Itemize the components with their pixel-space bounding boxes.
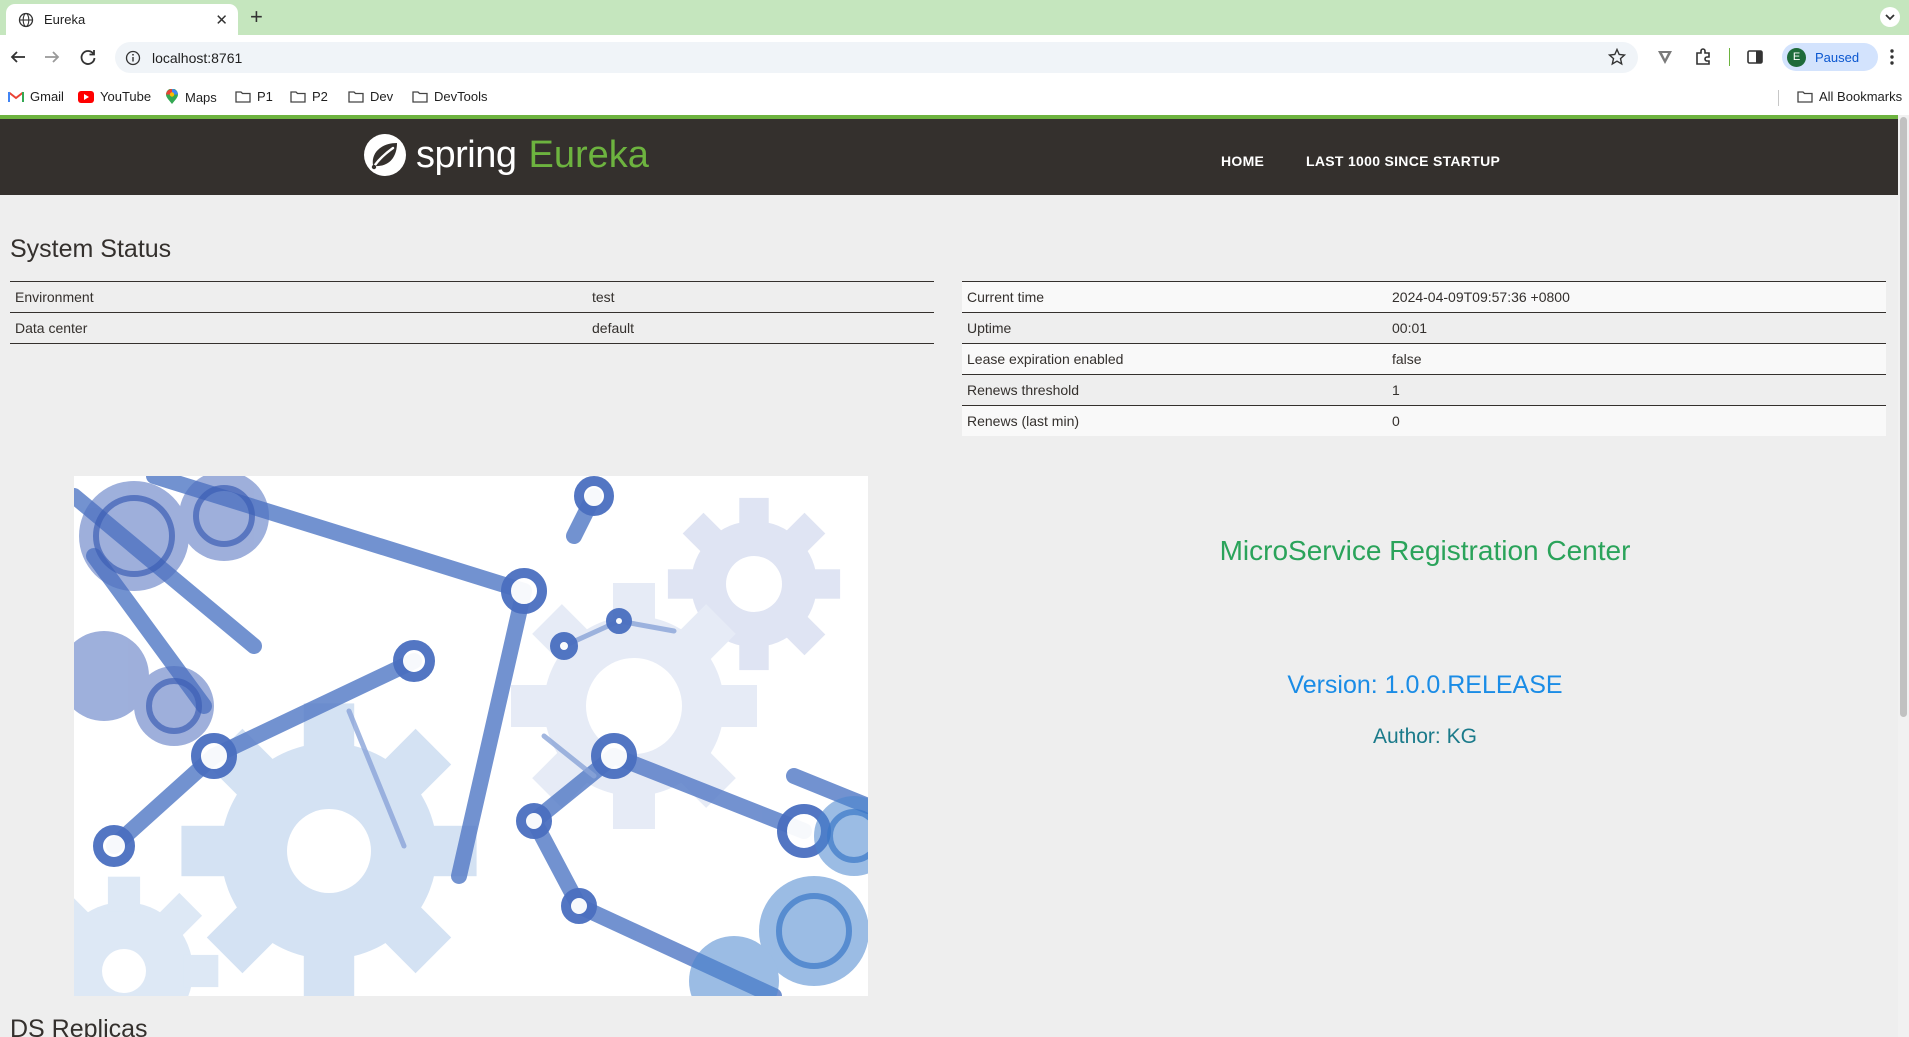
table-row: Environment test (10, 281, 934, 313)
bookmark-label: Maps (185, 89, 217, 105)
bookmark-label: YouTube (100, 89, 152, 104)
status-key: Renews threshold (962, 374, 1387, 406)
table-row: Data center default (10, 312, 934, 344)
side-panel-icon[interactable] (1745, 47, 1765, 67)
avatar: E (1787, 47, 1806, 67)
extensions-puzzle-icon[interactable] (1693, 47, 1713, 67)
bookmark-folder-dev[interactable]: Dev (348, 89, 393, 104)
bookmark-folder-p1[interactable]: P1 (235, 89, 273, 104)
site-info-icon[interactable] (125, 50, 141, 66)
page-viewport: spring Eureka HOME LAST 1000 SINCE START… (0, 115, 1898, 1037)
folder-icon (290, 91, 306, 103)
bookmark-label: DevTools (434, 89, 488, 104)
status-value: false (1387, 343, 1886, 375)
all-bookmarks-label: All Bookmarks (1819, 89, 1903, 104)
youtube-icon (78, 90, 94, 103)
close-tab-icon[interactable]: ✕ (215, 11, 228, 29)
address-bar[interactable]: localhost:8761 (115, 42, 1638, 73)
maps-icon (166, 89, 178, 104)
globe-icon (18, 12, 34, 27)
system-status-right-table: Current time 2024-04-09T09:57:36 +0800 U… (962, 281, 1886, 436)
table-row: Uptime 00:01 (962, 312, 1886, 344)
spring-wordmark: spring (416, 133, 517, 176)
app-version: Version: 1.0.0.RELEASE (1287, 671, 1563, 699)
folder-icon (412, 91, 428, 103)
nav-home-link[interactable]: HOME (1221, 153, 1264, 169)
status-key: Current time (962, 281, 1387, 313)
app-author: Author: KG (1373, 725, 1477, 748)
bookmark-label: P2 (312, 89, 328, 104)
status-key: Uptime (962, 312, 1387, 344)
spring-eureka-logo[interactable]: spring Eureka (362, 132, 649, 178)
tab-strip: Eureka ✕ + (0, 0, 1909, 35)
tab-title: Eureka (44, 12, 86, 27)
extension-v-icon[interactable] (1655, 47, 1675, 67)
table-row: Renews (last min) 0 (962, 405, 1886, 436)
browser-toolbar: localhost:8761 E Paused (0, 35, 1909, 80)
status-value: 1 (1387, 374, 1886, 406)
system-status-left-table: Environment test Data center default (10, 281, 934, 344)
bookmark-label: Gmail (30, 89, 64, 104)
gears-illustration (74, 476, 868, 996)
back-arrow-icon[interactable] (7, 46, 29, 68)
bookmark-label: Dev (370, 89, 394, 104)
system-status-heading: System Status (10, 235, 172, 263)
status-key: Environment (10, 281, 587, 313)
status-value: 2024-04-09T09:57:36 +0800 (1387, 281, 1886, 313)
ds-replicas-heading: DS Replicas (10, 1015, 148, 1037)
table-row: Lease expiration enabled false (962, 343, 1886, 375)
gmail-icon (8, 91, 24, 102)
tab-search-chevron-icon[interactable] (1879, 6, 1901, 28)
folder-icon (235, 91, 251, 103)
status-key: Lease expiration enabled (962, 343, 1387, 375)
status-value: test (587, 281, 934, 313)
status-value: default (587, 312, 934, 344)
eureka-wordmark: Eureka (528, 133, 649, 176)
url-text[interactable]: localhost:8761 (152, 50, 242, 66)
folder-icon (348, 91, 364, 103)
bookmarks-bar: Gmail YouTube Maps P1 P2 Dev DevTools Al… (0, 80, 1909, 115)
status-value: 0 (1387, 405, 1886, 436)
app-title: MicroService Registration Center (1219, 535, 1631, 566)
nav-last1000-link[interactable]: LAST 1000 SINCE STARTUP (1306, 153, 1500, 169)
status-value: 00:01 (1387, 312, 1886, 344)
all-bookmarks-button[interactable]: All Bookmarks (1797, 89, 1902, 104)
scrollbar-thumb[interactable] (1900, 117, 1907, 717)
table-row: Renews threshold 1 (962, 374, 1886, 406)
bookmark-maps[interactable]: Maps (165, 89, 217, 105)
status-key: Renews (last min) (962, 405, 1387, 436)
bookmark-folder-p2[interactable]: P2 (290, 89, 328, 104)
table-row: Current time 2024-04-09T09:57:36 +0800 (962, 281, 1886, 313)
bookmark-gmail[interactable]: Gmail (8, 89, 64, 104)
eureka-header: spring Eureka HOME LAST 1000 SINCE START… (0, 115, 1898, 195)
profile-status: Paused (1815, 49, 1860, 65)
bookmarks-divider (1778, 90, 1779, 106)
forward-arrow-icon[interactable] (41, 46, 63, 68)
toolbar-divider (1729, 48, 1730, 66)
bookmark-youtube[interactable]: YouTube (78, 89, 151, 104)
new-tab-button[interactable]: + (250, 4, 263, 30)
bookmark-label: P1 (257, 89, 273, 104)
bookmark-folder-devtools[interactable]: DevTools (412, 89, 487, 104)
more-menu-icon[interactable] (1886, 46, 1898, 68)
profile-button[interactable]: E Paused (1782, 43, 1878, 71)
spring-leaf-icon (364, 134, 406, 176)
page-scrollbar[interactable] (1898, 115, 1909, 1037)
status-key: Data center (10, 312, 587, 344)
bookmark-star-icon[interactable] (1608, 48, 1626, 66)
active-tab[interactable]: Eureka ✕ (6, 4, 238, 35)
folder-icon (1797, 91, 1813, 103)
reload-icon[interactable] (77, 46, 99, 68)
